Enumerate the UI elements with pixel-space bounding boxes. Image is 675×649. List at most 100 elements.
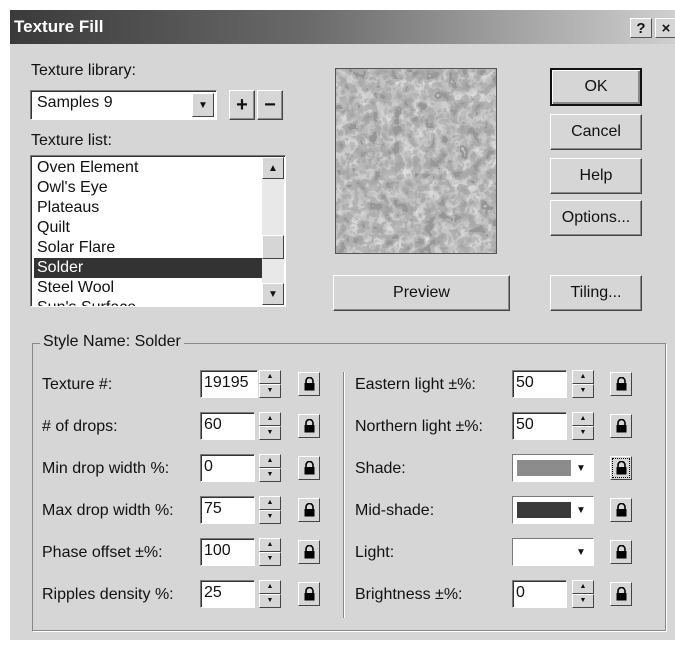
texture-number-input[interactable]: 19195 <box>200 370 258 398</box>
ok-button[interactable]: OK <box>550 68 642 106</box>
add-library-button[interactable]: + <box>229 90 255 120</box>
texture-number-spinner[interactable]: ▲ ▼ <box>259 370 281 398</box>
spin-down-icon[interactable]: ▼ <box>259 594 281 608</box>
texture-list[interactable]: Oven Element Owl's Eye Plateaus Quilt So… <box>30 155 286 307</box>
list-item-selected[interactable]: Solder <box>34 258 263 278</box>
min-drop-width-input[interactable]: 0 <box>200 454 255 482</box>
max-drop-width-spinner[interactable]: ▲ ▼ <box>259 496 281 524</box>
spin-up-icon[interactable]: ▲ <box>259 538 281 552</box>
list-item[interactable]: Quilt <box>34 218 263 238</box>
lock-icon[interactable] <box>610 414 632 438</box>
list-scrollbar[interactable]: ▲ ▼ <box>262 157 284 305</box>
param-label: # of drops: <box>42 418 118 435</box>
cancel-button[interactable]: Cancel <box>550 114 642 150</box>
list-item[interactable]: Steel Wool <box>34 278 263 298</box>
preview-button[interactable]: Preview <box>333 275 510 311</box>
drops-spinner[interactable]: ▲ ▼ <box>259 412 281 440</box>
spin-down-icon[interactable]: ▼ <box>572 384 594 398</box>
mid-shade-swatch <box>517 502 571 518</box>
brightness-input[interactable]: 0 <box>512 580 567 608</box>
spin-up-icon[interactable]: ▲ <box>259 412 281 426</box>
texture-fill-dialog: Texture Fill ? × Texture library: Sample… <box>10 10 675 640</box>
spin-down-icon[interactable]: ▼ <box>572 594 594 608</box>
min-drop-width-spinner[interactable]: ▲ ▼ <box>259 454 281 482</box>
options-button[interactable]: Options... <box>550 200 642 236</box>
spin-down-icon[interactable]: ▼ <box>572 426 594 440</box>
lock-icon[interactable] <box>298 414 320 438</box>
list-item[interactable]: Plateaus <box>34 198 263 218</box>
lock-icon[interactable] <box>610 582 632 606</box>
northern-light-spinner[interactable]: ▲ ▼ <box>572 412 594 440</box>
chevron-down-icon[interactable]: ▼ <box>571 500 591 520</box>
chevron-down-icon[interactable]: ▼ <box>571 542 591 562</box>
lock-icon[interactable] <box>298 582 320 606</box>
param-label: Light: <box>355 544 395 561</box>
list-item[interactable]: Oven Element <box>34 158 263 178</box>
chevron-down-icon[interactable]: ▼ <box>192 93 214 117</box>
spin-down-icon[interactable]: ▼ <box>259 426 281 440</box>
phase-offset-spinner[interactable]: ▲ ▼ <box>259 538 281 566</box>
param-label: Brightness ±%: <box>355 586 463 603</box>
light-color-picker[interactable]: ▼ <box>512 538 594 566</box>
texture-library-label: Texture library: <box>31 62 136 79</box>
title-bar: Texture Fill ? × <box>10 10 675 44</box>
help-title-button[interactable]: ? <box>630 18 652 38</box>
texture-preview-image <box>335 68 497 254</box>
param-label: Texture #: <box>42 376 113 393</box>
spin-up-icon[interactable]: ▲ <box>259 370 281 384</box>
phase-offset-input[interactable]: 100 <box>200 538 255 566</box>
ripples-density-input[interactable]: 25 <box>200 580 255 608</box>
drops-input[interactable]: 60 <box>200 412 255 440</box>
list-item[interactable]: Solar Flare <box>34 238 263 258</box>
spin-down-icon[interactable]: ▼ <box>259 552 281 566</box>
spin-up-icon[interactable]: ▲ <box>572 580 594 594</box>
mid-shade-color-picker[interactable]: ▼ <box>512 496 594 524</box>
lock-icon[interactable] <box>298 540 320 564</box>
remove-library-button[interactable]: − <box>257 90 283 120</box>
lock-icon[interactable] <box>298 372 320 396</box>
scroll-up-arrow-icon[interactable]: ▲ <box>262 157 284 179</box>
tiling-button[interactable]: Tiling... <box>550 275 642 311</box>
scroll-thumb[interactable] <box>262 235 284 259</box>
scroll-down-arrow-icon[interactable]: ▼ <box>262 283 284 305</box>
eastern-light-input[interactable]: 50 <box>512 370 567 398</box>
max-drop-width-input[interactable]: 75 <box>200 496 255 524</box>
ripples-density-spinner[interactable]: ▲ ▼ <box>259 580 281 608</box>
shade-swatch <box>517 460 571 476</box>
param-label: Phase offset ±%: <box>42 544 163 561</box>
lock-icon[interactable] <box>610 372 632 396</box>
lock-icon[interactable] <box>298 498 320 522</box>
spin-down-icon[interactable]: ▼ <box>259 510 281 524</box>
close-title-button[interactable]: × <box>655 18 675 38</box>
param-label: Ripples density %: <box>42 586 174 603</box>
param-label: Max drop width %: <box>42 502 174 519</box>
param-label: Mid-shade: <box>355 502 435 519</box>
brightness-spinner[interactable]: ▲ ▼ <box>572 580 594 608</box>
param-label: Min drop width %: <box>42 460 170 477</box>
lock-icon[interactable] <box>610 456 632 480</box>
spin-up-icon[interactable]: ▲ <box>259 454 281 468</box>
spin-down-icon[interactable]: ▼ <box>259 468 281 482</box>
spin-up-icon[interactable]: ▲ <box>572 412 594 426</box>
style-name-title: Style Name: Solder <box>40 333 184 351</box>
param-label: Shade: <box>355 460 406 477</box>
light-swatch <box>517 544 571 560</box>
texture-library-select[interactable]: Samples 9 ▼ <box>30 90 217 120</box>
lock-icon[interactable] <box>298 456 320 480</box>
eastern-light-spinner[interactable]: ▲ ▼ <box>572 370 594 398</box>
spin-up-icon[interactable]: ▲ <box>259 496 281 510</box>
list-item[interactable]: Owl's Eye <box>34 178 263 198</box>
chevron-down-icon[interactable]: ▼ <box>571 458 591 478</box>
northern-light-input[interactable]: 50 <box>512 412 567 440</box>
lock-icon[interactable] <box>610 498 632 522</box>
spin-down-icon[interactable]: ▼ <box>259 384 281 398</box>
spin-up-icon[interactable]: ▲ <box>259 580 281 594</box>
spin-up-icon[interactable]: ▲ <box>572 370 594 384</box>
shade-color-picker[interactable]: ▼ <box>512 454 594 482</box>
lock-icon[interactable] <box>610 540 632 564</box>
texture-library-value: Samples 9 <box>37 94 113 111</box>
texture-list-label: Texture list: <box>31 132 112 149</box>
list-item[interactable]: Sun's Surface <box>34 298 263 306</box>
param-label: Northern light ±%: <box>355 418 483 435</box>
help-button[interactable]: Help <box>550 158 642 194</box>
